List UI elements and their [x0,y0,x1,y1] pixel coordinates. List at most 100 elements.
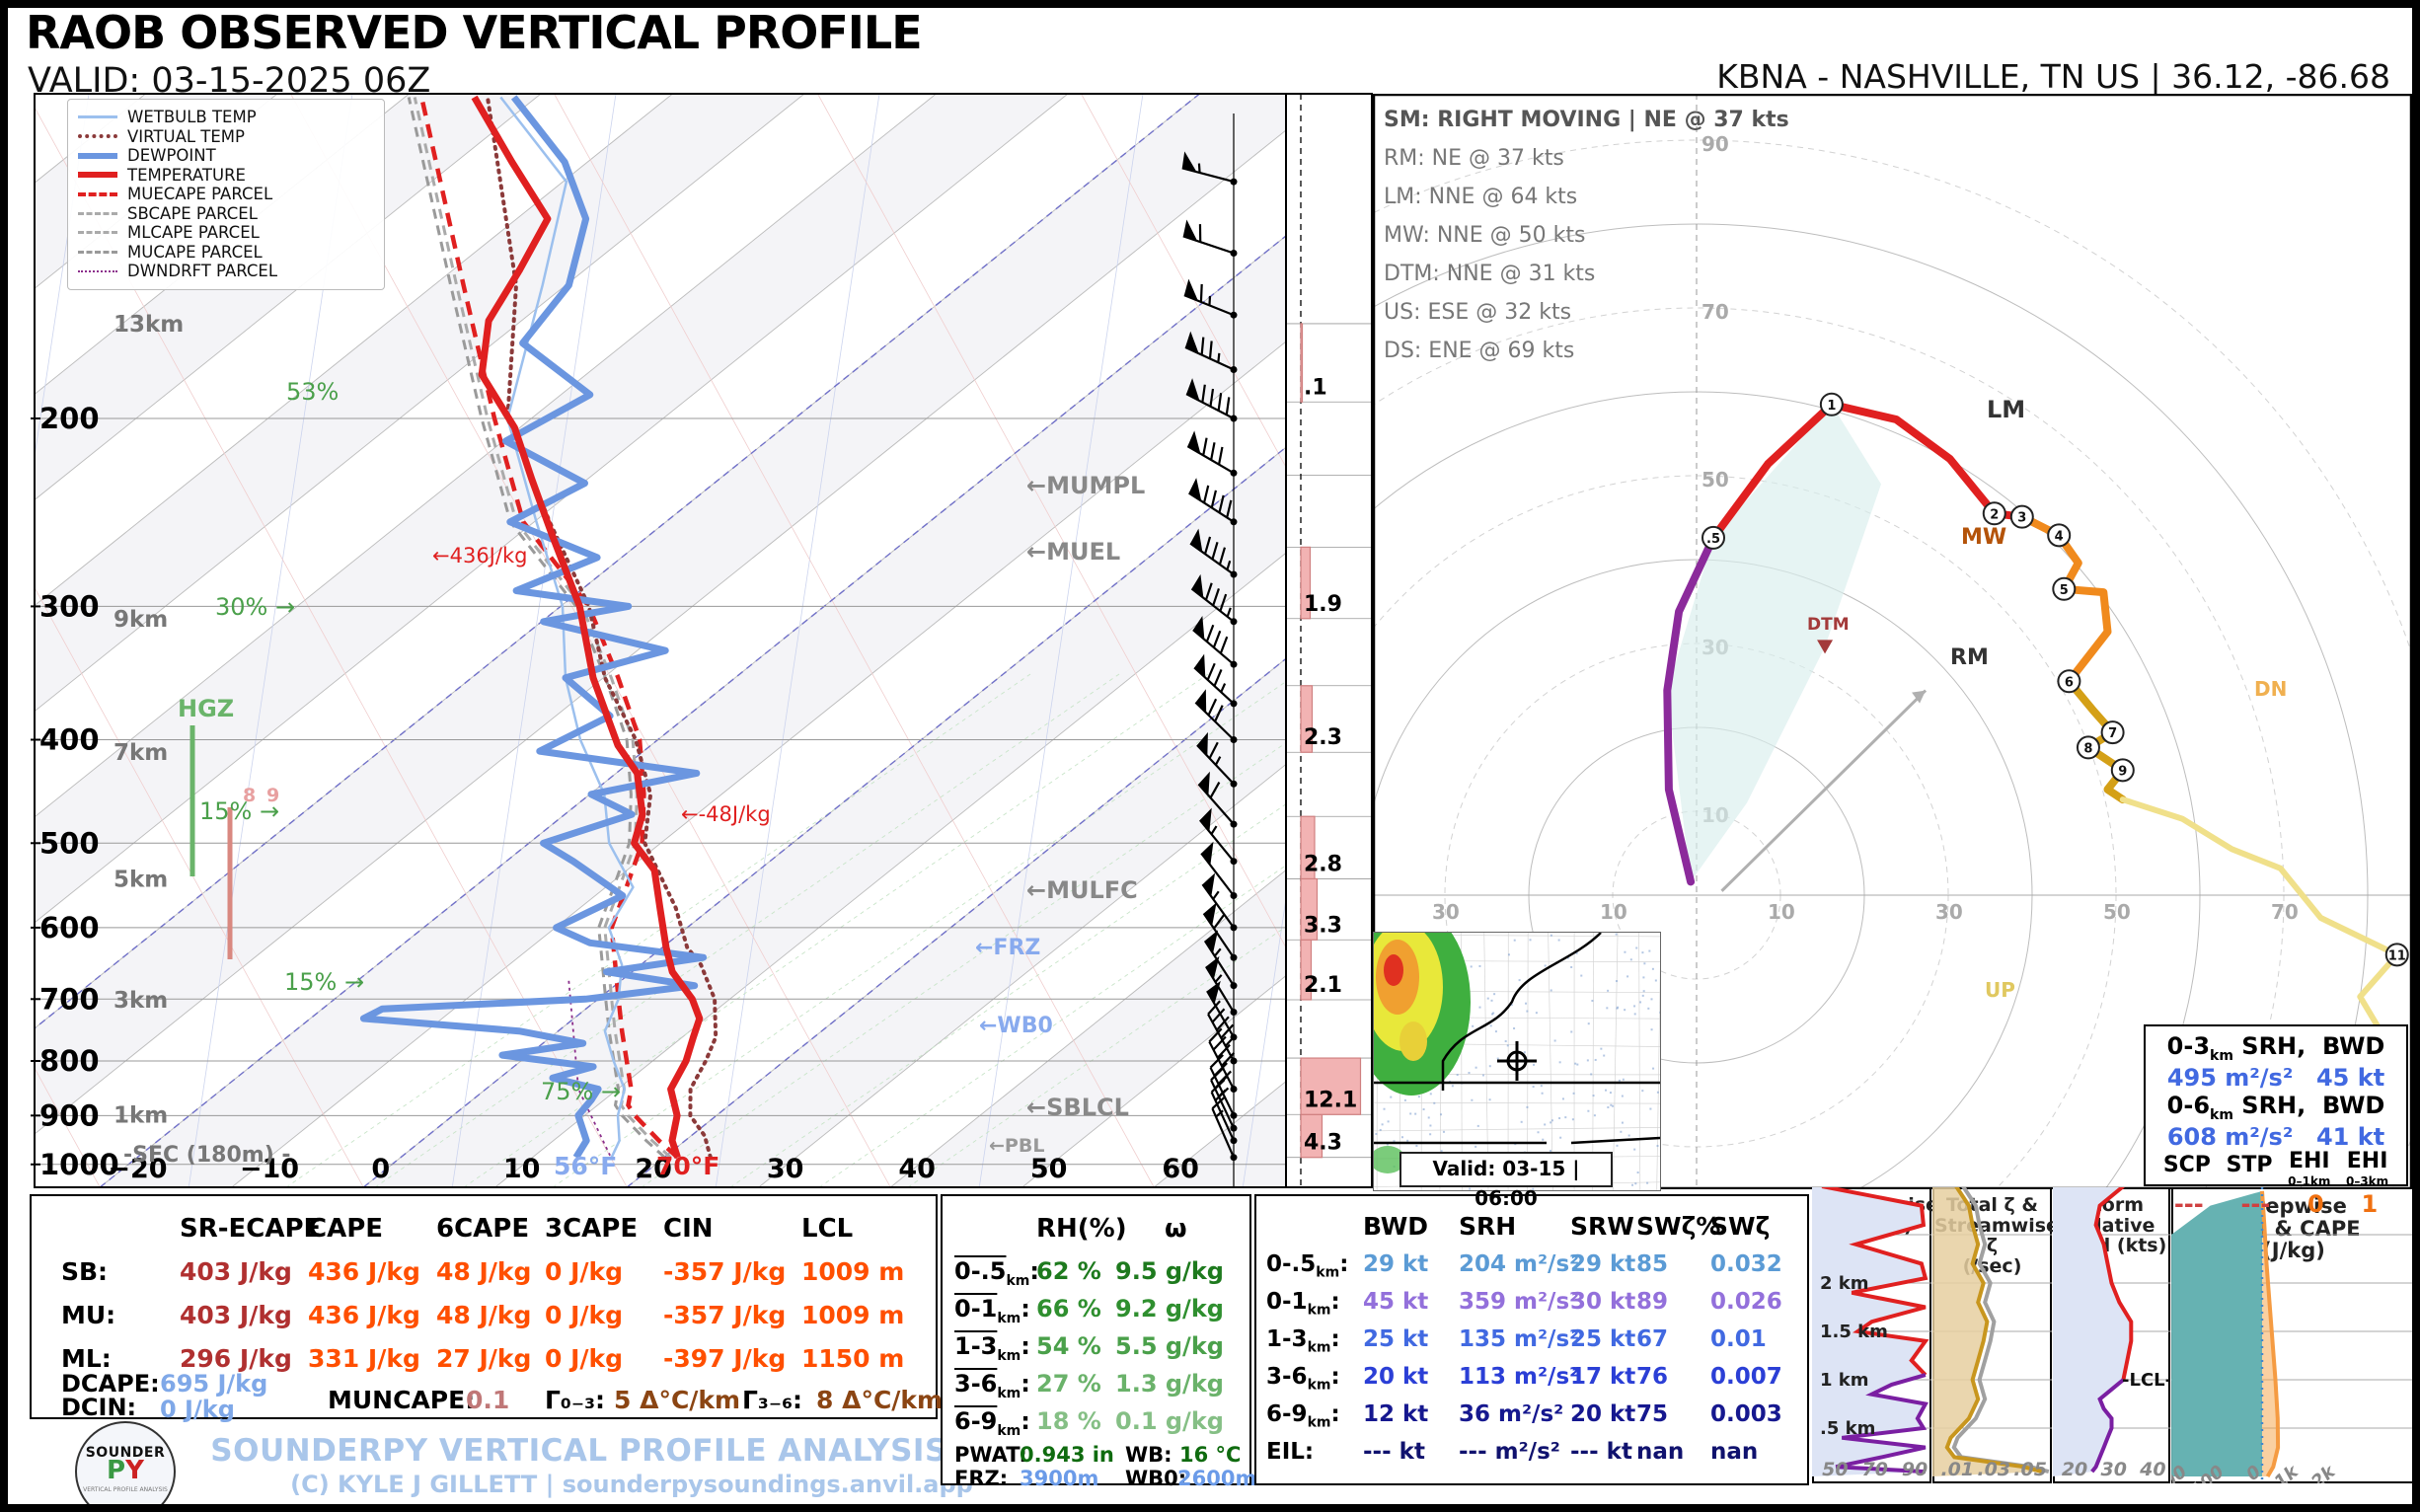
legend-label: WETBULB TEMP [127,108,257,127]
legend-label: MLCAPE PARCEL [127,223,260,243]
rh-row-label: 3-6km: [954,1370,1030,1401]
thermo-value: 1009 m [801,1257,905,1286]
legend-item: VIRTUAL TEMP [78,127,374,147]
legend-line-sample [78,152,117,159]
storm-motion-line: SM: RIGHT MOVING | NE @ 37 kts [1384,108,1789,132]
kin-value: 135 m²/s² [1459,1326,1580,1352]
svg-text:9: 9 [2118,764,2127,779]
thermo-header: 6CAPE [436,1214,530,1244]
thermo-row-label: MU: [61,1301,116,1329]
svg-text:600: 600 [39,911,100,945]
svg-text:10: 10 [1600,900,1627,924]
wb-label: WB: [1125,1443,1172,1467]
svg-text:50: 50 [2103,900,2131,924]
gamma-0-3-label: Γ₀₋₃: [545,1386,606,1414]
map-valid-label: Valid: 03-15 | 06:00 [1399,1152,1613,1210]
srh-bwd-summary-box: 0-3km SRH, BWD 495 m²/s² 45 kt 0-6km SRH,… [2144,1024,2408,1218]
svg-text:.5 km: .5 km [1820,1418,1875,1439]
svg-text:10: 10 [1768,900,1795,924]
svg-text:9km: 9km [113,607,168,633]
legend-item: DEWPOINT [78,146,374,166]
kin-row-label: EIL: [1266,1439,1315,1465]
rh-row-label: 1-3km: [954,1332,1030,1364]
svg-text:RM: RM [1950,645,1989,670]
wb-value: 16 °C [1179,1443,1242,1467]
svg-text:13km: 13km [113,312,184,338]
svg-text:DTM: DTM [1807,615,1850,635]
thermo-value: -357 J/kg [663,1257,787,1286]
storm-motion-line: US: ESE @ 32 kts [1384,300,1572,325]
kin-value: 89 [1636,1289,1669,1315]
rh-value: 54 % [1036,1332,1101,1360]
kin-value: nan [1710,1439,1759,1465]
kin-header: SWζ% [1636,1212,1721,1241]
legend-label: MUCAPE PARCEL [127,242,263,262]
kin-value: 17 kt [1570,1364,1636,1390]
sounderpy-logo: SOUNDER PY VERTICAL PROFILE ANALYSIS [75,1421,176,1512]
legend-item: TEMPERATURE [78,166,374,186]
legend-line-sample [78,172,117,179]
kin-value: 45 kt [1363,1289,1429,1315]
legend-item: MUECAPE PARCEL [78,185,374,204]
kin-row-label: 1-3km: [1266,1326,1340,1356]
kin-value: 75 [1636,1401,1669,1427]
kin-value: 25 kt [1363,1326,1429,1352]
kin-row-label: 6-9km: [1266,1401,1340,1431]
stepwise-cin-fill [2171,1190,2262,1476]
thermo-value: 403 J/kg [180,1257,292,1286]
thermo-value: 0 J/kg [545,1301,624,1329]
rh-header: RH(%) [1036,1214,1127,1244]
thermo-value: 296 J/kg [180,1344,292,1373]
rh-value: 66 % [1036,1295,1101,1323]
layer-histogram: 4.3 12.1 2.1 3.3 2.8 2.3 1.9 .1 [1286,93,1373,1188]
kin-value: 0.003 [1710,1401,1782,1427]
kin-value: 85 [1636,1251,1669,1277]
rh-value: 27 % [1036,1370,1101,1398]
svg-text:2.1: 2.1 [1304,973,1342,998]
histogram-grid [1286,94,1373,1187]
kin-header: SWζ [1710,1212,1771,1241]
legend-label: DWNDRFT PARCEL [127,262,278,281]
skewt-legend: WETBULB TEMP VIRTUAL TEMP DEWPOINT TEMPERAT… [67,99,385,290]
svg-text:15% →: 15% → [199,797,279,825]
svg-text:5: 5 [2060,583,2069,598]
svg-text:←WB0: ←WB0 [979,1014,1053,1038]
svg-text:←MUMPL: ←MUMPL [1026,472,1145,499]
thermo-value: 48 J/kg [436,1257,532,1286]
sounderpy-analysis-page: RAOB OBSERVED VERTICAL PROFILE VALID: 03… [0,0,2420,1512]
kin-value: 25 kt [1570,1326,1636,1352]
legend-item: MLCAPE PARCEL [78,223,374,243]
svg-text:HGZ: HGZ [178,695,234,722]
kin-value: 30 kt [1570,1289,1636,1315]
mixing-ratio-value: 5.5 g/kg [1115,1332,1224,1360]
svg-text:.05: .05 [2013,1459,2047,1480]
svg-text:800: 800 [39,1044,100,1078]
svg-text:70: 70 [2271,900,2299,924]
thermo-value: 1009 m [801,1301,905,1329]
svg-text:60: 60 [1162,1154,1199,1184]
svg-text:900: 900 [39,1098,100,1132]
dcin-label: DCIN: [61,1394,137,1421]
thermo-value: 1150 m [801,1344,905,1373]
svg-text:300: 300 [39,589,100,623]
dcin-value: 0 J/kg [160,1396,235,1423]
svg-text:UP: UP [1985,978,2015,1002]
legend-line-sample [78,211,117,215]
svg-text:50: 50 [1030,1154,1068,1184]
legend-line-sample [78,191,117,196]
kinematics-table: BWD SRH SRW SWζ% SWζ 0-.5km: 29 kt 204 m²/s² 29 … [1254,1194,1809,1485]
svg-text:30: 30 [1935,900,1963,924]
svg-text:1.9: 1.9 [1304,592,1342,617]
storm-motion-line: DS: ENE @ 69 kts [1384,339,1575,363]
svg-text:3km: 3km [113,988,168,1014]
kin-value: --- m²/s² [1459,1439,1560,1465]
legend-item: SBCAPE PARCEL [78,204,374,224]
omega-header: ω [1165,1214,1187,1244]
svg-text:8: 8 [2083,741,2092,756]
kin-value: 204 m²/s² [1459,1251,1580,1277]
kin-value: 29 kt [1570,1251,1636,1277]
svg-text:400: 400 [39,723,100,757]
svg-text:75% →: 75% → [541,1078,621,1105]
svg-text:30: 30 [1432,900,1460,924]
kin-value: 12 kt [1363,1401,1429,1427]
